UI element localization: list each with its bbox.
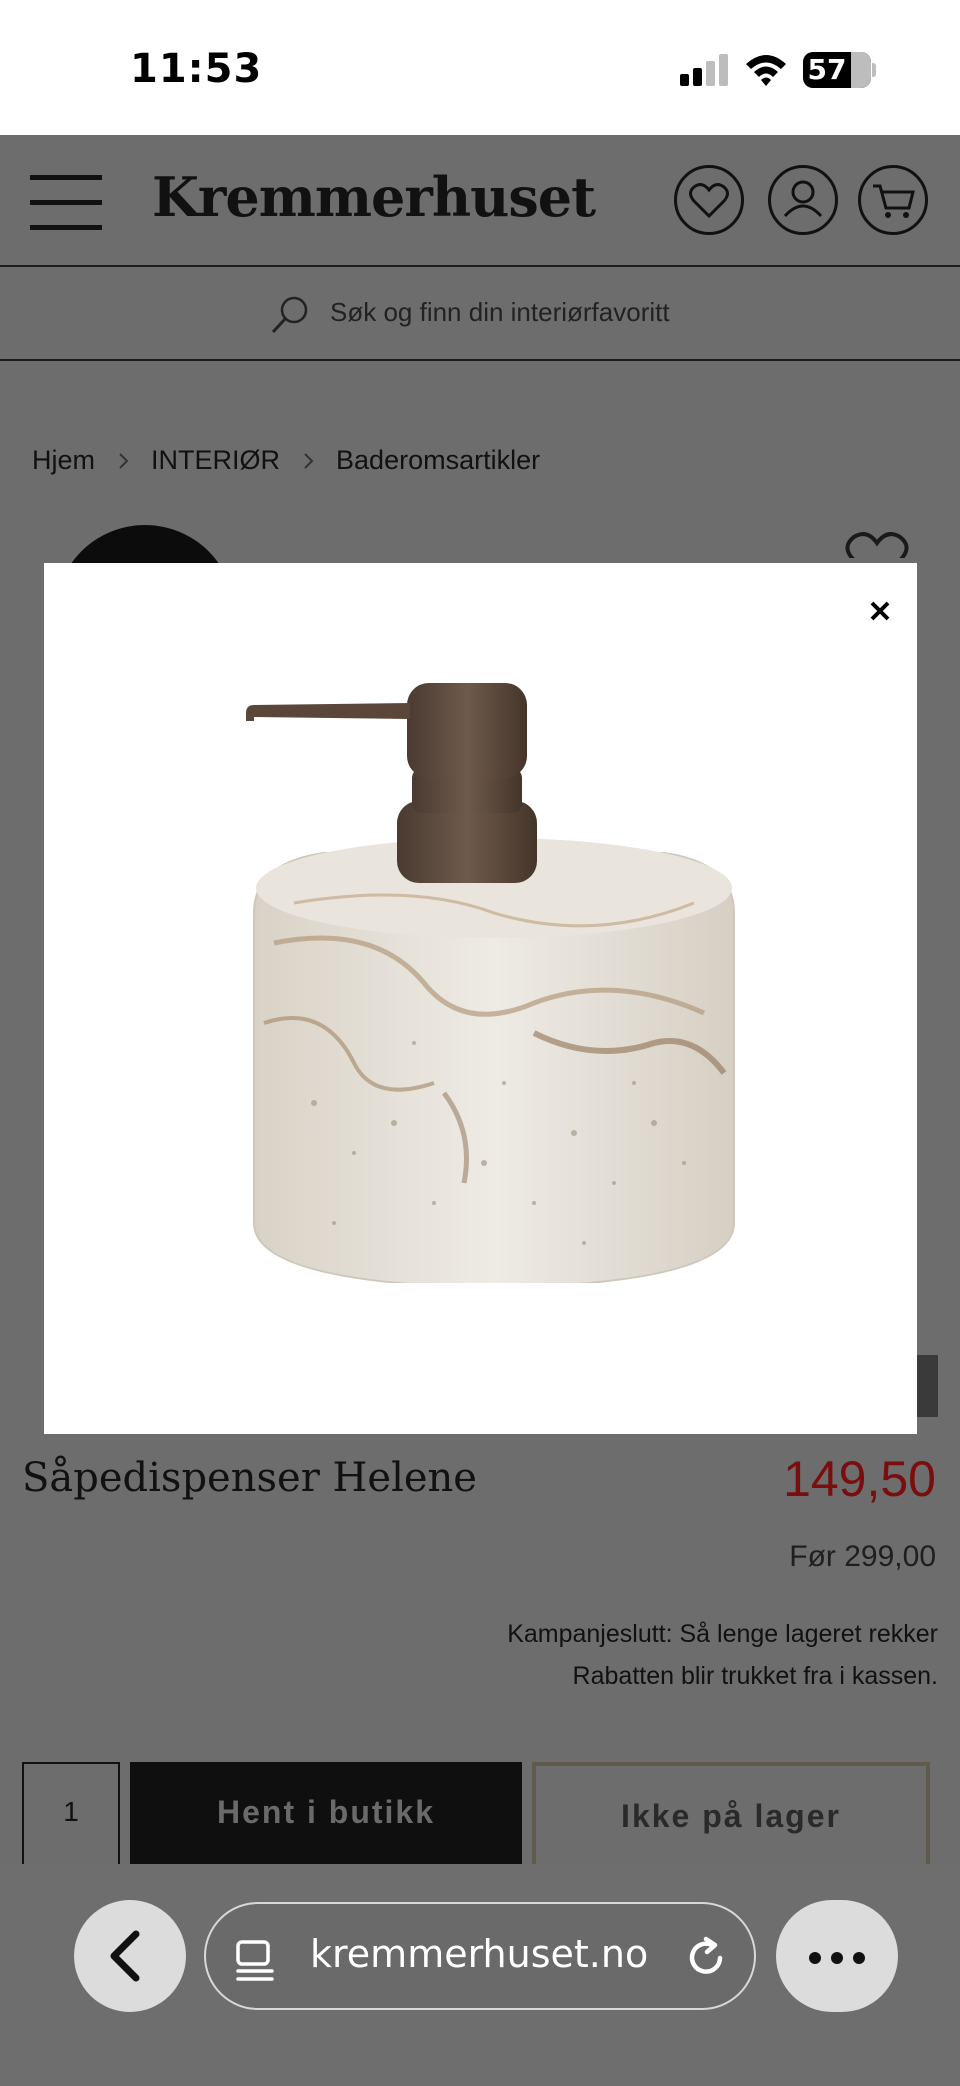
product-image [246, 683, 735, 1283]
discount-note: Rabatten blir trukket fra i kassen. [572, 1662, 938, 1690]
wifi-icon [746, 55, 786, 86]
tab-icon [236, 1940, 274, 1981]
site-header: Kremmerhuset [0, 135, 960, 267]
more-button[interactable] [776, 1900, 898, 2012]
status-bar: 11:53 57 [0, 0, 960, 135]
close-icon[interactable] [862, 593, 898, 629]
search-bar[interactable]: Søk og finn din interiørfavoritt [0, 269, 960, 361]
reload-icon[interactable] [682, 1934, 730, 1982]
out-of-stock-button[interactable]: Ikke på lager [532, 1762, 930, 1868]
product-price: 149,50 [783, 1451, 936, 1507]
breadcrumb-bathroom[interactable]: Baderomsartikler [336, 445, 540, 476]
browser-toolbar: kremmerhuset.no [0, 1864, 960, 2086]
screen: 11:53 57 Kremmerhuset Søk og finn din in… [0, 0, 960, 2086]
address-bar[interactable]: kremmerhuset.no [204, 1902, 756, 2010]
cart-icon[interactable] [858, 165, 928, 235]
old-price: Før 299,00 [789, 1540, 936, 1573]
product-title: Såpedispenser Helene [22, 1455, 477, 1501]
chevron-right-icon [119, 452, 129, 469]
battery-level: 57 [807, 53, 847, 86]
favorite-icon[interactable] [838, 528, 916, 558]
pickup-in-store-button[interactable]: Hent i butikk [130, 1762, 522, 1868]
more-icon [809, 1952, 821, 1964]
image-modal [44, 563, 917, 1434]
cellular-signal-icon [680, 54, 730, 86]
menu-icon[interactable] [30, 175, 102, 231]
site-logo[interactable]: Kremmerhuset [152, 165, 596, 229]
back-icon [110, 1930, 140, 1982]
url-text[interactable]: kremmerhuset.no [310, 1932, 648, 1976]
quantity-input[interactable]: 1 [22, 1762, 120, 1868]
back-button[interactable] [74, 1900, 186, 2012]
battery-nub [872, 63, 876, 77]
user-icon[interactable] [768, 165, 838, 235]
breadcrumb-home[interactable]: Hjem [32, 445, 95, 476]
status-time: 11:53 [130, 46, 263, 92]
heart-icon[interactable] [674, 165, 744, 235]
breadcrumb-interior[interactable]: INTERIØR [151, 445, 280, 476]
search-input[interactable]: Søk og finn din interiørfavoritt [330, 297, 670, 328]
campaign-text: Kampanjeslutt: Så lenge lageret rekker [507, 1620, 938, 1648]
chevron-right-icon [304, 452, 314, 469]
breadcrumb: Hjem INTERIØR Baderomsartikler [32, 445, 540, 476]
search-icon [271, 296, 308, 334]
